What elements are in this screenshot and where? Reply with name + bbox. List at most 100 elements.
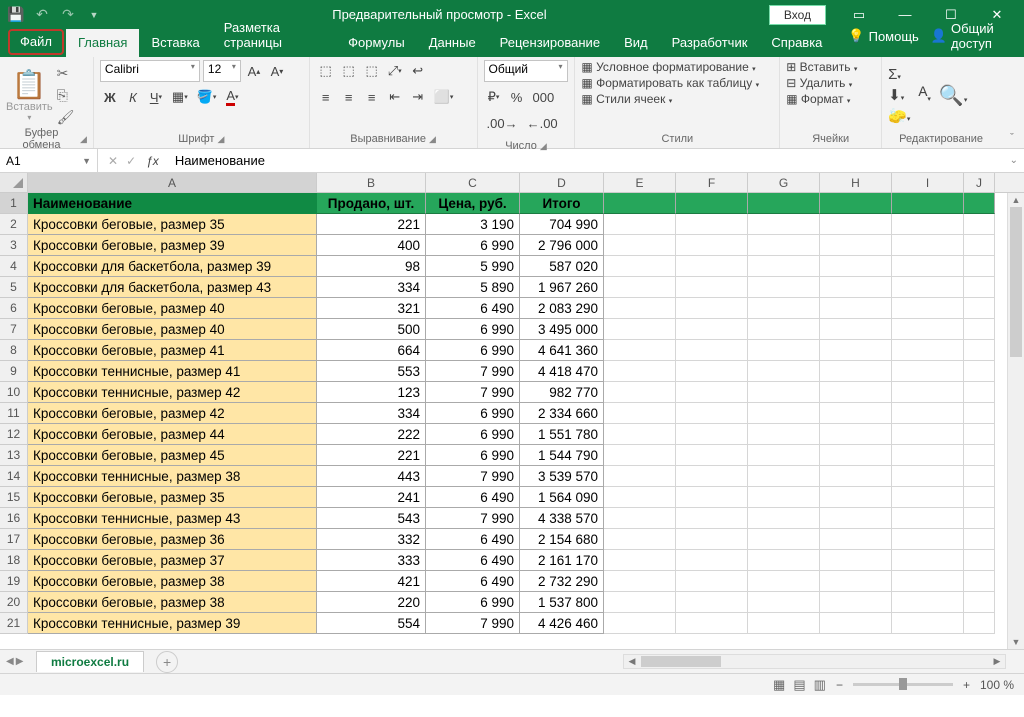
cell[interactable]: 7 990 (426, 361, 520, 382)
cell[interactable] (748, 487, 820, 508)
font-name-select[interactable]: Calibri ▾ (100, 60, 200, 82)
delete-cells-button[interactable]: ⊟ Удалить ▾ (786, 76, 852, 90)
indent-decrease-icon[interactable]: ⇤ (385, 86, 405, 108)
col-header[interactable]: J (964, 173, 995, 192)
number-launcher-icon[interactable]: ◢ (540, 141, 547, 152)
row-header[interactable]: 20 (0, 592, 28, 613)
cell[interactable] (964, 508, 995, 529)
currency-icon[interactable]: ₽▾ (484, 86, 504, 108)
italic-icon[interactable]: К (123, 86, 143, 108)
comma-icon[interactable]: 000 (530, 86, 558, 108)
align-launcher-icon[interactable]: ◢ (429, 134, 436, 145)
row-header[interactable]: 16 (0, 508, 28, 529)
cell[interactable]: 221 (317, 445, 426, 466)
zoom-level[interactable]: 100 % (980, 678, 1014, 692)
col-header[interactable]: I (892, 173, 964, 192)
align-right-icon[interactable]: ≡ (362, 86, 382, 108)
cell[interactable]: 332 (317, 529, 426, 550)
redo-icon[interactable]: ↷ (60, 7, 76, 23)
cell[interactable]: Кроссовки беговые, размер 38 (28, 571, 317, 592)
row-header[interactable]: 10 (0, 382, 28, 403)
tab-developer[interactable]: Разработчик (660, 29, 760, 57)
merge-icon[interactable]: ⬜▾ (431, 86, 457, 108)
border-icon[interactable]: ▦▾ (169, 86, 191, 108)
cell[interactable]: Наименование (28, 193, 317, 214)
tab-home[interactable]: Главная (66, 29, 139, 57)
cell[interactable] (676, 424, 748, 445)
tab-page-layout[interactable]: Разметка страницы (212, 14, 336, 57)
cell[interactable] (748, 256, 820, 277)
cell[interactable] (820, 487, 892, 508)
cell[interactable]: 333 (317, 550, 426, 571)
cell[interactable] (604, 487, 676, 508)
confirm-formula-icon[interactable]: ✓ (126, 154, 136, 168)
cell[interactable]: Кроссовки беговые, размер 35 (28, 214, 317, 235)
cell[interactable]: Кроссовки беговые, размер 44 (28, 424, 317, 445)
cell[interactable] (892, 256, 964, 277)
cell[interactable]: 334 (317, 277, 426, 298)
cell[interactable] (604, 571, 676, 592)
cell[interactable] (676, 256, 748, 277)
cell[interactable]: 5 890 (426, 277, 520, 298)
cell[interactable] (604, 277, 676, 298)
cell[interactable] (748, 529, 820, 550)
percent-icon[interactable]: % (507, 86, 527, 108)
decrease-font-icon[interactable]: A▾ (267, 60, 287, 82)
cell[interactable] (820, 382, 892, 403)
cell[interactable]: 241 (317, 487, 426, 508)
cell[interactable] (676, 529, 748, 550)
cell[interactable] (604, 466, 676, 487)
page-break-icon[interactable]: ▥ (814, 677, 826, 693)
cell[interactable]: 98 (317, 256, 426, 277)
tab-review[interactable]: Рецензирование (488, 29, 612, 57)
cell[interactable] (820, 340, 892, 361)
login-button[interactable]: Вход (769, 5, 826, 25)
cell[interactable]: 2 334 660 (520, 403, 604, 424)
cell[interactable]: 321 (317, 298, 426, 319)
cell[interactable]: 1 967 260 (520, 277, 604, 298)
fill-icon[interactable]: ⬇▾ (888, 86, 910, 104)
cell[interactable] (892, 592, 964, 613)
cell[interactable]: Продано, шт. (317, 193, 426, 214)
spreadsheet-grid[interactable]: A B C D E F G H I J 1НаименованиеПродано… (0, 173, 1024, 649)
cell[interactable] (964, 319, 995, 340)
increase-font-icon[interactable]: A▴ (244, 60, 264, 82)
cell[interactable]: 221 (317, 214, 426, 235)
cell[interactable]: Кроссовки беговые, размер 35 (28, 487, 317, 508)
cell[interactable]: 500 (317, 319, 426, 340)
cell[interactable] (604, 256, 676, 277)
font-size-select[interactable]: 12 ▾ (203, 60, 241, 82)
tell-me[interactable]: 💡 Помощь (848, 28, 918, 44)
cell[interactable] (604, 340, 676, 361)
number-format-select[interactable]: Общий▾ (484, 60, 568, 82)
tab-view[interactable]: Вид (612, 29, 660, 57)
horizontal-scrollbar[interactable]: ◀▶ (623, 654, 1006, 669)
cell[interactable] (604, 613, 676, 634)
cell[interactable]: 123 (317, 382, 426, 403)
cell[interactable] (892, 508, 964, 529)
cell[interactable] (604, 319, 676, 340)
cell[interactable]: Кроссовки беговые, размер 41 (28, 340, 317, 361)
orientation-icon[interactable]: ⤢▾ (385, 60, 405, 82)
cell[interactable]: Кроссовки для баскетбола, размер 43 (28, 277, 317, 298)
format-painter-icon[interactable]: 🖌 (57, 109, 75, 126)
cut-icon[interactable]: ✂ (57, 65, 75, 82)
collapse-ribbon-icon[interactable]: ˇ (1000, 57, 1024, 148)
zoom-out-icon[interactable]: − (836, 678, 843, 692)
cell[interactable] (964, 340, 995, 361)
page-layout-icon[interactable]: ▤ (793, 677, 805, 693)
cell[interactable]: 664 (317, 340, 426, 361)
cell[interactable]: 3 539 570 (520, 466, 604, 487)
align-left-icon[interactable]: ≡ (316, 86, 336, 108)
cell[interactable]: Кроссовки беговые, размер 39 (28, 235, 317, 256)
cell[interactable] (604, 298, 676, 319)
cell[interactable] (604, 214, 676, 235)
cell[interactable] (820, 214, 892, 235)
cell[interactable] (748, 277, 820, 298)
cell[interactable]: 2 732 290 (520, 571, 604, 592)
cell[interactable]: 982 770 (520, 382, 604, 403)
cell[interactable]: 1 544 790 (520, 445, 604, 466)
cell[interactable] (964, 382, 995, 403)
underline-icon[interactable]: Ч ▾ (146, 86, 166, 108)
cell[interactable]: Кроссовки беговые, размер 45 (28, 445, 317, 466)
